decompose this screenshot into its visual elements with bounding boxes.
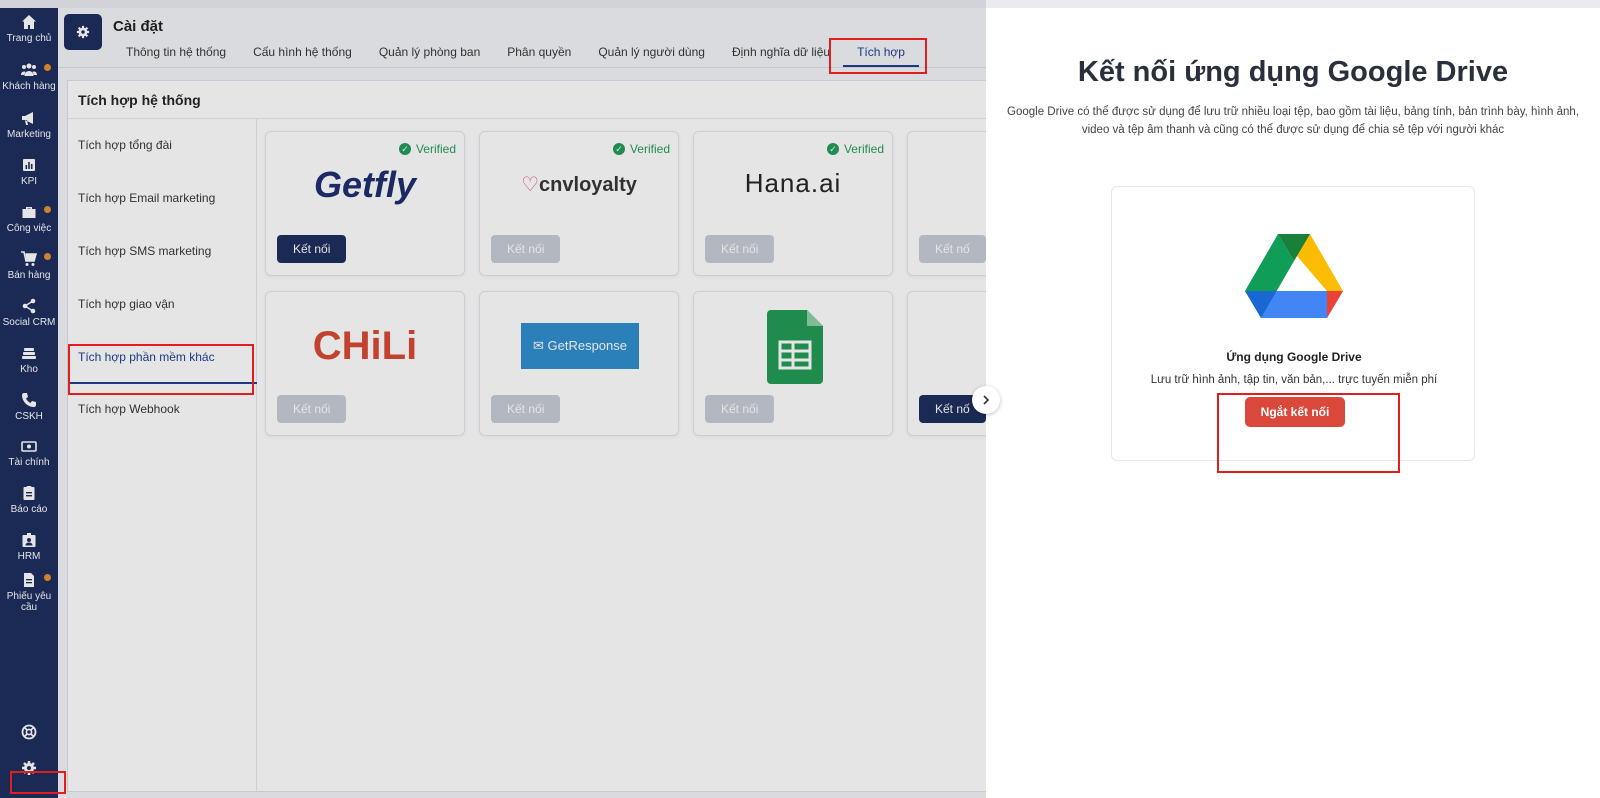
drawer-description: Google Drive có thể được sử dụng để lưu … (1007, 106, 1579, 136)
highlight-disconnect-button (1217, 393, 1400, 473)
drawer-title: Kết nối ứng dụng Google Drive (1077, 56, 1509, 88)
highlight-submenu-other (68, 344, 254, 395)
google-drive-icon (1245, 234, 1343, 318)
app-subtitle: Lưu trữ hình ảnh, tập tin, văn bản,... t… (1150, 374, 1438, 386)
app-name: Ứng dụng Google Drive (1226, 350, 1362, 364)
highlight-tab-integrations (829, 38, 927, 74)
collapse-drawer-button[interactable] (972, 386, 1000, 414)
chevron-right-icon (983, 395, 990, 405)
highlight-settings-button (10, 771, 66, 794)
modal-backdrop[interactable] (0, 0, 986, 798)
